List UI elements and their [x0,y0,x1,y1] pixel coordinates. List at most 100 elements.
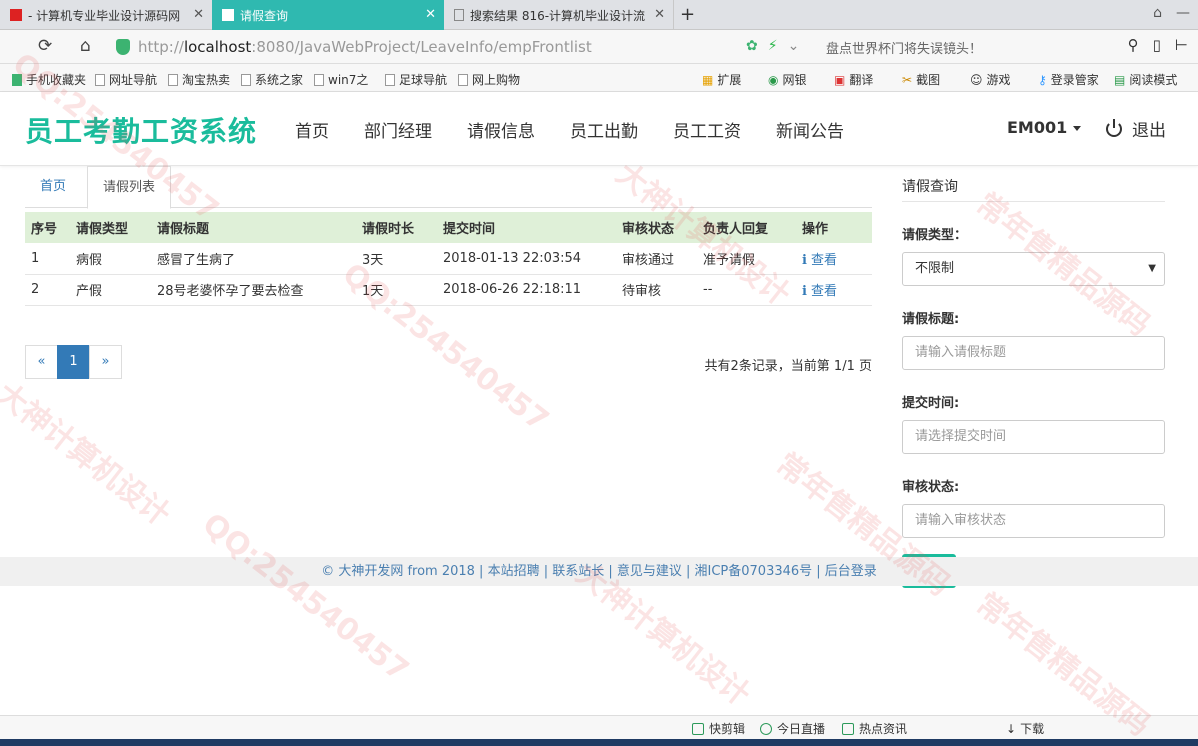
bookmark-item[interactable]: 网上购物 [458,71,520,88]
bookmark-item[interactable]: 手机收藏夹 [12,71,86,88]
bookmark-item[interactable]: 网址导航 [95,71,157,88]
audit-status-input[interactable]: 请输入审核状态 [902,504,1165,538]
col-status: 审核状态 [616,212,697,243]
cell-time: 2018-01-13 22:03:54 [437,243,616,275]
tab-leave-list[interactable]: 请假列表 [87,166,172,209]
close-tab-icon[interactable]: ✕ [425,7,436,22]
pagination-info: 共有2条记录，当前第 1/1 页 [704,359,872,374]
page-icon [95,73,105,86]
cell-duration: 3天 [356,243,437,275]
close-tab-icon[interactable]: ✕ [654,7,665,22]
status-item[interactable]: 快剪辑 [692,720,745,737]
table-row: 2 产假 28号老婆怀孕了要去检查 1天 2018-06-26 22:18:11… [25,274,872,306]
browser-statusbar: 快剪辑 今日直播 热点资讯 ↓ 下载 [0,715,1198,739]
url-input[interactable]: http:// localhost :8080/JavaWebProject/L… [116,34,816,60]
chevron-down-icon[interactable]: ⌄ [788,38,800,54]
tab-home[interactable]: 首页 [25,166,81,208]
toolbar-item[interactable]: ⚷ 登录管家 [1038,71,1099,88]
toolbar-item[interactable]: ✂ 截图 [902,71,940,88]
status-item[interactable]: ↓ 下载 [1006,720,1044,737]
search-icon[interactable]: ⚲ [1128,36,1139,54]
leave-title-label: 请假标题: [902,312,960,327]
nav-department-manager[interactable]: 部门经理 [364,117,432,142]
site-footer[interactable]: © 大神开发网 from 2018 | 本站招聘 | 联系站长 | 意见与建议 … [0,557,1198,586]
cell-type: 产假 [70,274,151,306]
cell-title: 28号老婆怀孕了要去检查 [151,274,356,306]
menu-icon[interactable]: ⊢ [1175,36,1188,54]
nav-salary[interactable]: 员工工资 [673,117,741,142]
col-type: 请假类型 [70,212,151,243]
phone-icon [12,73,22,86]
logout-label: 退出 [1132,121,1166,141]
page-icon [314,73,324,86]
view-link[interactable]: i 查看 [802,284,837,299]
col-time: 提交时间 [437,212,616,243]
nav-news[interactable]: 新闻公告 [776,117,844,142]
bookmark-item[interactable]: win7之 [314,71,368,88]
new-tab-icon[interactable]: + [680,4,695,25]
site-brand[interactable]: 员工考勤工资系统 [25,110,257,150]
news-icon [842,722,854,735]
leave-title-input[interactable]: 请输入请假标题 [902,336,1165,370]
page-favicon-icon [454,9,464,21]
toolbar-item[interactable]: ▤ 阅读模式 [1114,71,1177,88]
browser-tab-1[interactable]: - 计算机专业毕业设计源码网 ✕ [0,0,212,30]
gamepad-icon: ☺ [970,72,983,87]
pagination: « 1 » [25,345,122,379]
search-hint[interactable]: 盘点世界杯门将失误镜头！ [826,38,982,57]
cell-duration: 1天 [356,274,437,306]
url-protocol: http:// [138,38,184,56]
cell-no: 2 [25,274,70,306]
leave-type-value: 不限制 [915,261,955,276]
refresh-green-icon[interactable]: ✿ [746,38,758,54]
download-icon: ↓ [1006,721,1017,736]
next-page-button[interactable]: » [89,345,122,379]
phone-icon[interactable]: ▯ [1153,36,1161,54]
cell-type: 病假 [70,243,151,275]
bookmark-item[interactable]: 淘宝热卖 [168,71,230,88]
cell-action: i 查看 [796,274,872,306]
audit-status-label: 审核状态: [902,480,960,495]
status-item[interactable]: 今日直播 [760,720,825,737]
col-no: 序号 [25,212,70,243]
col-title: 请假标题 [151,212,356,243]
view-link[interactable]: i 查看 [802,253,837,268]
toolbar-item[interactable]: ☺ 游戏 [970,71,1011,88]
tab-title: 搜索结果 816-计算机毕业设计流 [470,8,646,23]
toolbar-item[interactable]: ▦ 扩展 [702,71,741,88]
address-icons: ✿ ⚡ ⌄ [746,38,799,54]
address-bar: ⟳ ⌂ http:// localhost :8080/JavaWebProje… [0,30,1198,64]
minimize-icon[interactable]: — [1176,5,1190,21]
lightning-icon[interactable]: ⚡ [768,38,778,54]
tab-title: - 计算机专业毕业设计源码网 [28,8,181,23]
prev-page-button[interactable]: « [25,345,58,379]
bookmark-item[interactable]: 系统之家 [241,71,303,88]
toolbar-item[interactable]: ◉ 网银 [768,71,807,88]
nav-home[interactable]: 首页 [295,117,329,142]
breadcrumb-tabs: 首页 请假列表 [25,166,872,209]
submit-time-input[interactable]: 请选择提交时间 [902,420,1165,454]
home-icon[interactable]: ⌂ [80,36,91,56]
page-favicon-icon [222,9,234,21]
leave-type-label: 请假类型： [902,228,968,243]
status-item[interactable]: 热点资讯 [842,720,907,737]
toolbar-item[interactable]: ▣ 翻译 [834,71,873,88]
logout-button[interactable]: 退出 [1106,116,1166,141]
leave-type-select[interactable]: 不限制 ▼ [902,252,1165,286]
reload-icon[interactable]: ⟳ [38,36,52,56]
caret-down-icon [1073,126,1082,131]
user-menu[interactable]: EM001 [1007,118,1082,137]
browser-tab-3[interactable]: 搜索结果 816-计算机毕业设计流 ✕ [444,0,674,30]
leave-table: 序号 请假类型 请假标题 请假时长 提交时间 审核状态 负责人回复 操作 1 病… [25,212,872,306]
nav-leave-info[interactable]: 请假信息 [467,117,535,142]
page-1-button[interactable]: 1 [57,345,90,379]
browser-tab-2[interactable]: 请假查询 ✕ [212,0,444,30]
page-icon [168,73,178,86]
tab-title: 请假查询 [240,8,289,23]
shirt-icon[interactable]: ⌂ [1153,5,1162,21]
bookmark-item[interactable]: 足球导航 [385,71,447,88]
watermark: 大神计算机设计 [0,376,177,534]
close-tab-icon[interactable]: ✕ [193,7,204,22]
nav-attendance[interactable]: 员工出勤 [570,117,638,142]
page-icon [458,73,468,86]
